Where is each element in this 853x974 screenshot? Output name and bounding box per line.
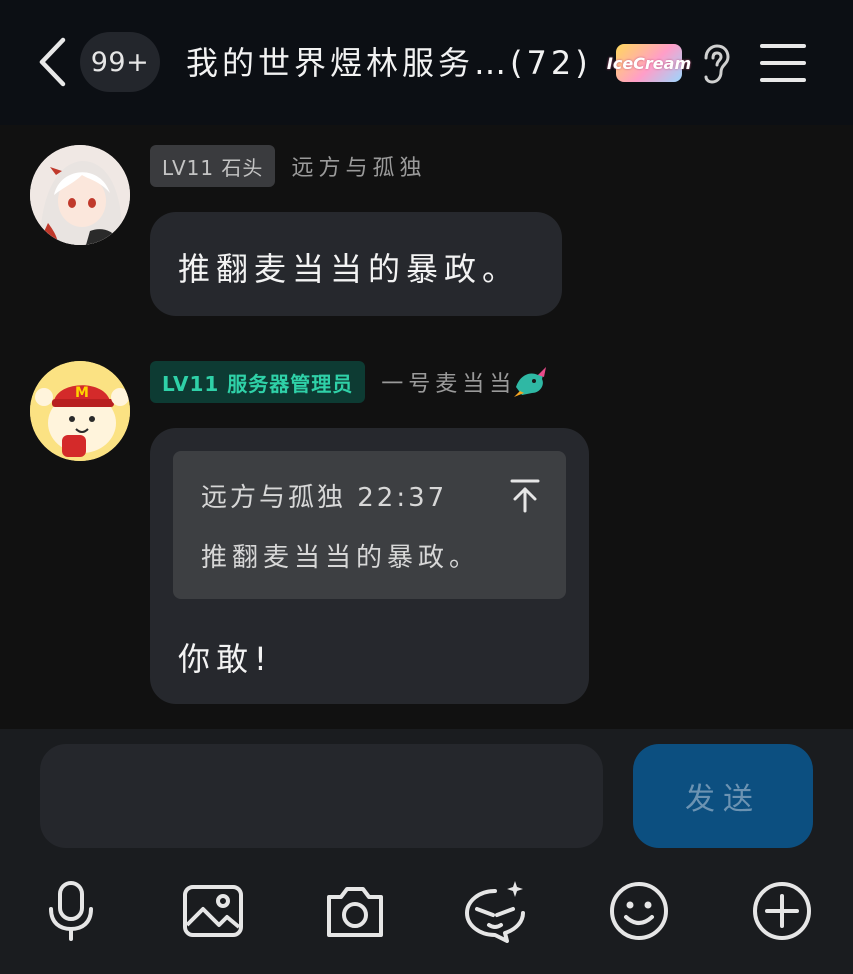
more-button[interactable] [750, 879, 814, 943]
quote-text: 推翻麦当当的暴政。 [201, 543, 481, 573]
message-input[interactable] [40, 744, 603, 848]
ear-mode-button[interactable] [696, 42, 736, 86]
message-text: 推翻麦当当的暴政。 [178, 250, 521, 288]
menu-button[interactable] [756, 38, 812, 88]
admin-level-tag: LV11 服务器管理员 [150, 361, 366, 403]
send-button[interactable]: 发送 [633, 744, 813, 848]
message-bubble[interactable]: 推翻麦当当的暴政。 [150, 212, 562, 316]
image-button[interactable] [181, 879, 245, 943]
level-tag: LV11 石头 [150, 145, 276, 187]
unread-count-badge[interactable]: 99+ [80, 32, 160, 92]
arrow-up-to-top-icon [510, 479, 540, 513]
image-icon [183, 885, 243, 937]
dragon-badge-icon [514, 367, 547, 397]
chevron-left-icon [39, 37, 66, 87]
emoji-icon [610, 882, 668, 940]
camera-button[interactable] [323, 879, 387, 943]
message-text: 你敢! [178, 640, 273, 678]
microphone-icon [49, 881, 93, 941]
chat-header: 99+ 我的世界煜林服务…(72) IceCream [0, 0, 853, 125]
avatar[interactable] [30, 145, 130, 245]
back-button[interactable] [30, 32, 74, 92]
emoji-button[interactable] [607, 879, 671, 943]
sender-row: LV11 服务器管理员 一号麦当当 [150, 361, 548, 403]
plus-icon [753, 882, 811, 940]
sender-name[interactable]: 一号麦当当 [381, 366, 516, 398]
jump-to-original-button[interactable] [509, 477, 541, 513]
svg-text:M: M [75, 385, 89, 401]
quote-author-time: 远方与孤独 22:37 [201, 483, 448, 513]
camera-icon [327, 887, 383, 937]
group-badge: IceCream [607, 44, 691, 82]
sticker-magic-icon [465, 881, 525, 943]
menu-icon [760, 44, 806, 82]
sender-row: LV11 石头 远方与孤独 [150, 145, 426, 187]
sender-name[interactable]: 远方与孤独 [291, 150, 426, 182]
avatar-mascot-icon: M [30, 361, 130, 461]
magic-sticker-button[interactable] [463, 879, 527, 943]
composer: 发送 [0, 729, 853, 974]
message-bubble-with-reply[interactable]: 远方与孤独 22:37 推翻麦当当的暴政。 你敢! [150, 428, 589, 704]
voice-button[interactable] [39, 879, 103, 943]
ear-icon [704, 44, 730, 84]
quoted-message[interactable]: 远方与孤独 22:37 推翻麦当当的暴政。 [173, 451, 566, 599]
avatar-anime-girl-icon [30, 145, 130, 245]
avatar[interactable]: M [30, 361, 130, 461]
chat-title[interactable]: 我的世界煜林服务…(72) [186, 40, 592, 86]
